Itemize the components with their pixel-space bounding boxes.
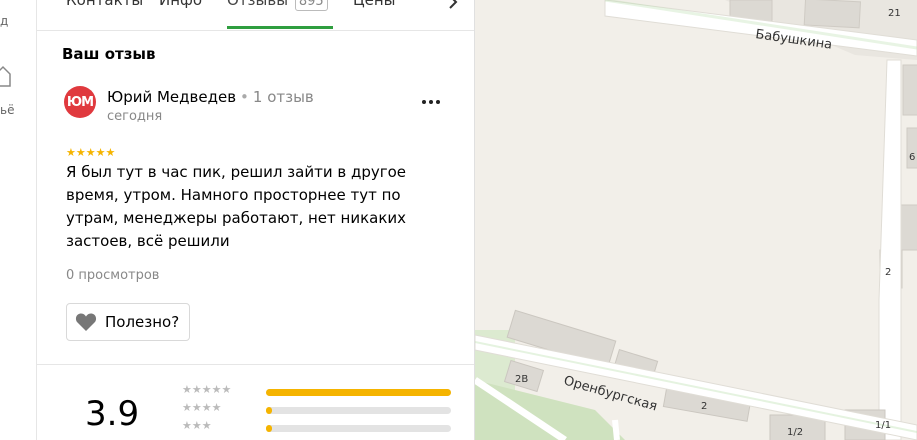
house-number: 6: [909, 152, 915, 163]
author-review-count: 1 отзыв: [252, 88, 314, 106]
review-text: Я был тут в час пик, решил зайти в друго…: [66, 163, 407, 250]
rating-row: ★★★★★: [182, 383, 452, 399]
views-count: 0 просмотров: [66, 268, 160, 283]
rating-bar: [266, 425, 451, 432]
author-name[interactable]: Юрий Медведев: [107, 88, 236, 106]
house-number: 2: [885, 267, 891, 278]
rating-row: ★★★: [182, 419, 452, 435]
separator-dot: •: [240, 88, 249, 106]
heart-icon: [75, 313, 97, 331]
rating-bar: [266, 407, 451, 414]
more-options-icon[interactable]: [420, 92, 442, 112]
rating-bar-fill: [266, 425, 272, 432]
rating-row: ★★★★: [182, 401, 452, 417]
tab-reviews-count: 895: [294, 0, 328, 11]
review-stars: ★★★★★: [66, 146, 116, 159]
rating-row-stars: ★★★★: [182, 401, 222, 414]
tab-reviews-label: Отзывы: [227, 0, 289, 9]
helpful-button[interactable]: Полезно?: [66, 303, 191, 341]
house-number: 1/2: [787, 427, 803, 438]
rating-bar: [266, 389, 451, 396]
review-date: сегодня: [107, 109, 163, 124]
tab-contacts[interactable]: Контакты: [66, 0, 143, 9]
helpful-label: Полезно?: [105, 313, 180, 331]
avatar[interactable]: ЮМ: [64, 86, 96, 118]
author-line: Юрий Медведев • 1 отзыв: [107, 87, 314, 106]
rating-row-stars: ★★★: [182, 419, 212, 432]
place-card-panel: Контакты Инфо Отзывы 895 Цены Ваш отзыв …: [37, 0, 475, 440]
tab-reviews[interactable]: Отзывы 895: [227, 0, 328, 11]
your-review-title: Ваш отзыв: [62, 45, 156, 63]
tab-bar: Контакты Инфо Отзывы 895 Цены: [37, 0, 474, 31]
house-number: 2: [701, 401, 707, 412]
chevron-right-icon[interactable]: [445, 0, 461, 10]
house-number: 21: [888, 8, 901, 19]
map[interactable]: Бабушкина Оренбургская 2В 2 1/2 1/1 21 2…: [475, 0, 917, 440]
rating-value: 3.9: [85, 394, 140, 434]
sidebar-item-top-label[interactable]: д: [0, 14, 8, 28]
tab-prices[interactable]: Цены: [353, 0, 396, 9]
rating-bar-fill: [266, 407, 272, 414]
home-icon[interactable]: [0, 64, 12, 88]
active-tab-indicator: [227, 26, 333, 29]
left-sidebar: д ьё: [0, 0, 37, 440]
house-number: 1/1: [875, 420, 891, 431]
rating-bar-fill: [266, 389, 451, 396]
tab-info[interactable]: Инфо: [159, 0, 202, 9]
rating-row-stars: ★★★★★: [182, 383, 232, 396]
sidebar-item-bottom-label[interactable]: ьё: [0, 103, 14, 117]
house-number: 2В: [515, 374, 528, 385]
divider: [37, 364, 474, 365]
